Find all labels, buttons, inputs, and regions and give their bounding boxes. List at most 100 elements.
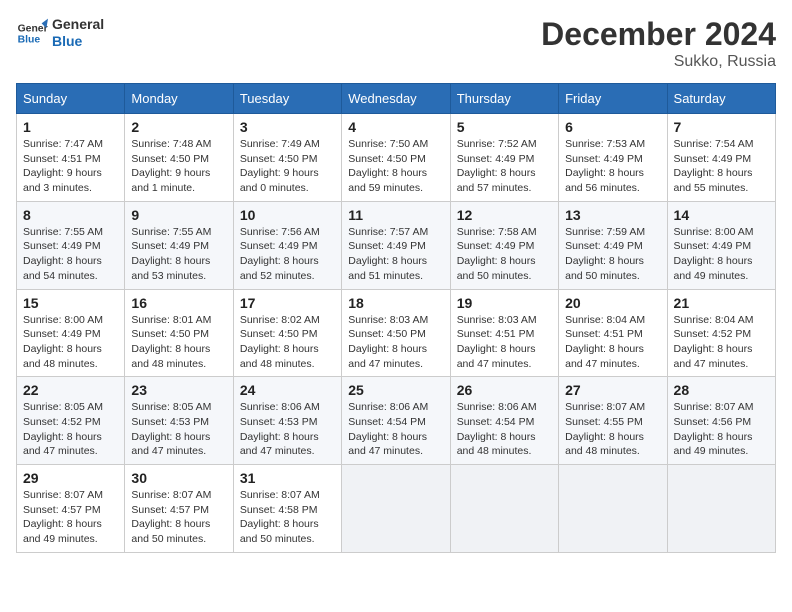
calendar-week-row: 29 Sunrise: 8:07 AM Sunset: 4:57 PM Dayli…	[17, 465, 776, 553]
day-detail: Sunrise: 7:47 AM Sunset: 4:51 PM Dayligh…	[23, 137, 118, 196]
calendar-cell: 13Sunrise: 7:59 AM Sunset: 4:49 PM Dayli…	[559, 201, 667, 289]
calendar-cell: 21 Sunrise: 8:04 AM Sunset: 4:52 PM Dayli…	[667, 289, 775, 377]
calendar-cell: 14Sunrise: 8:00 AM Sunset: 4:49 PM Dayli…	[667, 201, 775, 289]
calendar-cell: 3 Sunrise: 7:49 AM Sunset: 4:50 PM Daylig…	[233, 114, 341, 202]
day-detail: Sunrise: 8:07 AM Sunset: 4:57 PM Dayligh…	[23, 488, 118, 547]
day-number: 3	[240, 119, 335, 135]
day-number: 19	[457, 295, 552, 311]
calendar-cell: 9 Sunrise: 7:55 AM Sunset: 4:49 PM Daylig…	[125, 201, 233, 289]
day-detail: Sunrise: 8:03 AM Sunset: 4:50 PM Dayligh…	[348, 313, 443, 372]
calendar-table: SundayMondayTuesdayWednesdayThursdayFrid…	[16, 83, 776, 553]
logo-text-general: General	[52, 16, 104, 33]
day-number: 15	[23, 295, 118, 311]
day-detail: Sunrise: 8:06 AM Sunset: 4:54 PM Dayligh…	[348, 400, 443, 459]
col-header-monday: Monday	[125, 84, 233, 114]
day-detail: Sunrise: 7:55 AM Sunset: 4:49 PM Dayligh…	[131, 225, 226, 284]
calendar-cell: 15 Sunrise: 8:00 AM Sunset: 4:49 PM Dayli…	[17, 289, 125, 377]
calendar-cell	[667, 465, 775, 553]
day-detail: Sunrise: 8:07 AM Sunset: 4:56 PM Dayligh…	[674, 400, 769, 459]
day-detail: Sunrise: 8:07 AM Sunset: 4:57 PM Dayligh…	[131, 488, 226, 547]
calendar-cell: 20Sunrise: 8:04 AM Sunset: 4:51 PM Dayli…	[559, 289, 667, 377]
day-detail: Sunrise: 7:56 AM Sunset: 4:49 PM Dayligh…	[240, 225, 335, 284]
calendar-cell: 1 Sunrise: 7:47 AM Sunset: 4:51 PM Daylig…	[17, 114, 125, 202]
calendar-week-row: 8 Sunrise: 7:55 AM Sunset: 4:49 PM Daylig…	[17, 201, 776, 289]
calendar-cell: 19 Sunrise: 8:03 AM Sunset: 4:51 PM Dayli…	[450, 289, 558, 377]
calendar-cell: 11Sunrise: 7:57 AM Sunset: 4:49 PM Dayli…	[342, 201, 450, 289]
page-header: General Blue General Blue December 2024 …	[16, 16, 776, 71]
calendar-cell: 17 Sunrise: 8:02 AM Sunset: 4:50 PM Dayli…	[233, 289, 341, 377]
calendar-cell	[559, 465, 667, 553]
day-detail: Sunrise: 8:04 AM Sunset: 4:51 PM Dayligh…	[565, 313, 660, 372]
day-number: 29	[23, 470, 118, 486]
col-header-saturday: Saturday	[667, 84, 775, 114]
col-header-tuesday: Tuesday	[233, 84, 341, 114]
calendar-cell: 6 Sunrise: 7:53 AM Sunset: 4:49 PM Daylig…	[559, 114, 667, 202]
day-number: 22	[23, 382, 118, 398]
day-detail: Sunrise: 7:48 AM Sunset: 4:50 PM Dayligh…	[131, 137, 226, 196]
logo-text-blue: Blue	[52, 33, 104, 50]
day-number: 8	[23, 207, 118, 223]
day-number: 26	[457, 382, 552, 398]
calendar-cell: 7 Sunrise: 7:54 AM Sunset: 4:49 PM Daylig…	[667, 114, 775, 202]
day-detail: Sunrise: 8:04 AM Sunset: 4:52 PM Dayligh…	[674, 313, 769, 372]
calendar-cell: 18Sunrise: 8:03 AM Sunset: 4:50 PM Dayli…	[342, 289, 450, 377]
calendar-cell: 16Sunrise: 8:01 AM Sunset: 4:50 PM Dayli…	[125, 289, 233, 377]
day-number: 12	[457, 207, 552, 223]
calendar-cell: 22 Sunrise: 8:05 AM Sunset: 4:52 PM Dayli…	[17, 377, 125, 465]
day-detail: Sunrise: 7:52 AM Sunset: 4:49 PM Dayligh…	[457, 137, 552, 196]
day-detail: Sunrise: 8:03 AM Sunset: 4:51 PM Dayligh…	[457, 313, 552, 372]
day-detail: Sunrise: 7:55 AM Sunset: 4:49 PM Dayligh…	[23, 225, 118, 284]
day-number: 14	[674, 207, 769, 223]
calendar-cell: 31 Sunrise: 8:07 AM Sunset: 4:58 PM Dayli…	[233, 465, 341, 553]
day-detail: Sunrise: 7:53 AM Sunset: 4:49 PM Dayligh…	[565, 137, 660, 196]
day-number: 27	[565, 382, 660, 398]
day-detail: Sunrise: 8:02 AM Sunset: 4:50 PM Dayligh…	[240, 313, 335, 372]
day-number: 6	[565, 119, 660, 135]
day-number: 13	[565, 207, 660, 223]
calendar-cell: 10Sunrise: 7:56 AM Sunset: 4:49 PM Dayli…	[233, 201, 341, 289]
calendar-cell: 23 Sunrise: 8:05 AM Sunset: 4:53 PM Dayli…	[125, 377, 233, 465]
day-number: 17	[240, 295, 335, 311]
calendar-cell: 25 Sunrise: 8:06 AM Sunset: 4:54 PM Dayli…	[342, 377, 450, 465]
day-detail: Sunrise: 8:05 AM Sunset: 4:53 PM Dayligh…	[131, 400, 226, 459]
day-number: 24	[240, 382, 335, 398]
day-number: 21	[674, 295, 769, 311]
day-number: 9	[131, 207, 226, 223]
calendar-cell: 2 Sunrise: 7:48 AM Sunset: 4:50 PM Daylig…	[125, 114, 233, 202]
col-header-wednesday: Wednesday	[342, 84, 450, 114]
day-detail: Sunrise: 8:05 AM Sunset: 4:52 PM Dayligh…	[23, 400, 118, 459]
calendar-title: December 2024	[541, 16, 776, 53]
logo-icon: General Blue	[16, 17, 48, 49]
title-block: December 2024 Sukko, Russia	[541, 16, 776, 71]
day-detail: Sunrise: 8:06 AM Sunset: 4:53 PM Dayligh…	[240, 400, 335, 459]
day-detail: Sunrise: 7:49 AM Sunset: 4:50 PM Dayligh…	[240, 137, 335, 196]
day-detail: Sunrise: 7:58 AM Sunset: 4:49 PM Dayligh…	[457, 225, 552, 284]
day-number: 31	[240, 470, 335, 486]
calendar-week-row: 22 Sunrise: 8:05 AM Sunset: 4:52 PM Dayli…	[17, 377, 776, 465]
day-number: 30	[131, 470, 226, 486]
day-detail: Sunrise: 8:07 AM Sunset: 4:55 PM Dayligh…	[565, 400, 660, 459]
col-header-thursday: Thursday	[450, 84, 558, 114]
day-number: 2	[131, 119, 226, 135]
day-detail: Sunrise: 8:06 AM Sunset: 4:54 PM Dayligh…	[457, 400, 552, 459]
day-number: 7	[674, 119, 769, 135]
logo: General Blue General Blue	[16, 16, 104, 50]
day-number: 28	[674, 382, 769, 398]
day-detail: Sunrise: 8:07 AM Sunset: 4:58 PM Dayligh…	[240, 488, 335, 547]
calendar-cell: 27 Sunrise: 8:07 AM Sunset: 4:55 PM Dayli…	[559, 377, 667, 465]
calendar-week-row: 15 Sunrise: 8:00 AM Sunset: 4:49 PM Dayli…	[17, 289, 776, 377]
calendar-cell: 5Sunrise: 7:52 AM Sunset: 4:49 PM Daylig…	[450, 114, 558, 202]
day-number: 1	[23, 119, 118, 135]
day-number: 23	[131, 382, 226, 398]
calendar-week-row: 1 Sunrise: 7:47 AM Sunset: 4:51 PM Daylig…	[17, 114, 776, 202]
calendar-cell: 29 Sunrise: 8:07 AM Sunset: 4:57 PM Dayli…	[17, 465, 125, 553]
calendar-cell: 26 Sunrise: 8:06 AM Sunset: 4:54 PM Dayli…	[450, 377, 558, 465]
calendar-cell: 28 Sunrise: 8:07 AM Sunset: 4:56 PM Dayli…	[667, 377, 775, 465]
day-number: 4	[348, 119, 443, 135]
day-detail: Sunrise: 8:00 AM Sunset: 4:49 PM Dayligh…	[23, 313, 118, 372]
day-detail: Sunrise: 7:54 AM Sunset: 4:49 PM Dayligh…	[674, 137, 769, 196]
calendar-cell: 30 Sunrise: 8:07 AM Sunset: 4:57 PM Dayli…	[125, 465, 233, 553]
day-detail: Sunrise: 8:01 AM Sunset: 4:50 PM Dayligh…	[131, 313, 226, 372]
day-number: 25	[348, 382, 443, 398]
calendar-header-row: SundayMondayTuesdayWednesdayThursdayFrid…	[17, 84, 776, 114]
